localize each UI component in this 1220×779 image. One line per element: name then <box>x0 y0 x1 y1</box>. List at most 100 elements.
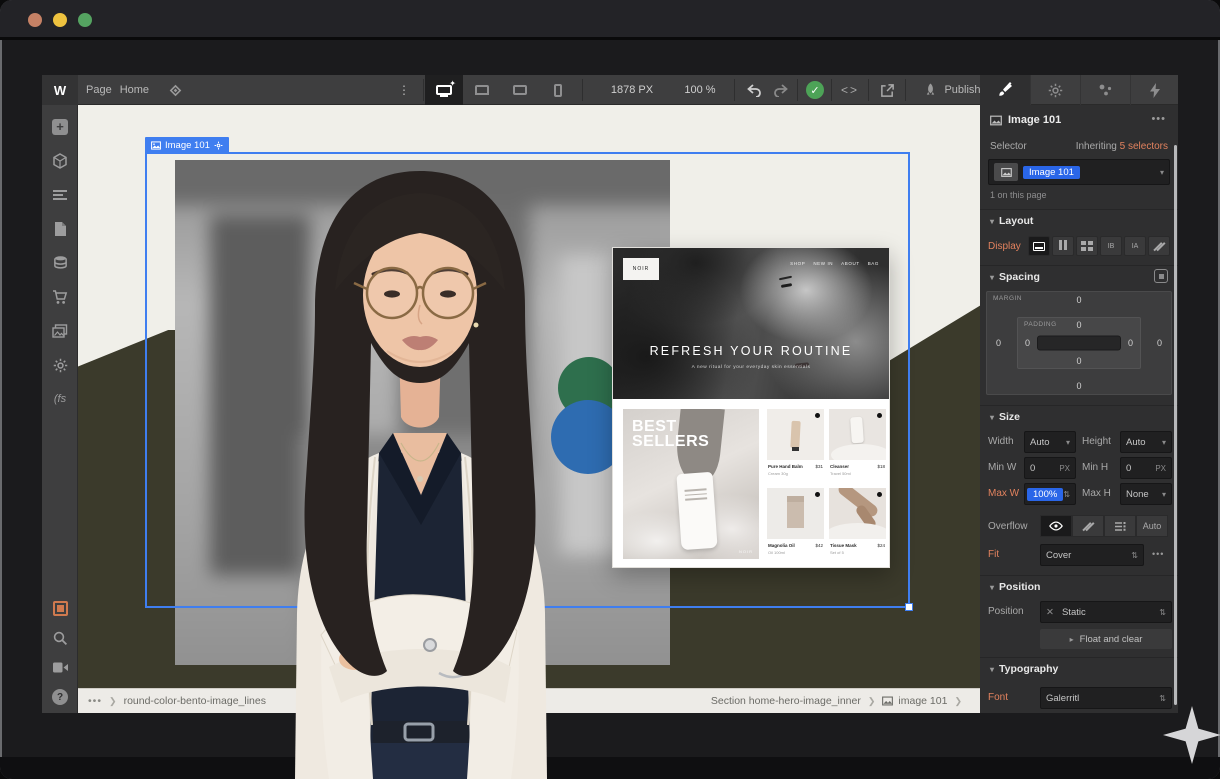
paintbrush-icon <box>997 82 1013 98</box>
divider <box>905 79 906 101</box>
min-width-label: Min W <box>988 462 1016 473</box>
tab-settings-panel[interactable] <box>1030 75 1080 105</box>
display-flex-button[interactable] <box>1052 236 1074 256</box>
selector-input[interactable]: Image 101 ▾ <box>988 159 1170 185</box>
spacing-box-model[interactable]: MARGIN 0 0 0 0 PADDING 0 0 0 0 <box>986 291 1172 395</box>
max-width-input[interactable]: 100%⇅ <box>1024 483 1076 505</box>
min-height-input[interactable]: 0PX <box>1120 457 1172 479</box>
redo-icon[interactable] <box>768 75 792 105</box>
close-window-button[interactable] <box>28 13 42 27</box>
overflow-auto-button[interactable]: Auto <box>1136 515 1168 537</box>
display-block-button[interactable] <box>1028 236 1050 256</box>
width-input[interactable]: Auto▾ <box>1024 431 1076 453</box>
style-panel: Image 101 ••• Selector Inheriting 5 sele… <box>980 105 1178 713</box>
designer-left-sidebar: + (fs ? <box>42 105 78 713</box>
saved-status-icon[interactable]: ✓ <box>800 75 830 105</box>
margin-bottom-value[interactable]: 0 <box>1076 381 1081 391</box>
cms-database-icon[interactable] <box>42 249 78 277</box>
section-size[interactable]: ▾Size <box>980 405 1178 423</box>
add-element-icon[interactable]: + <box>42 113 78 141</box>
panel-menu-button[interactable]: ••• <box>1151 113 1166 125</box>
display-grid-button[interactable] <box>1076 236 1098 256</box>
margin-top-value[interactable]: 0 <box>1076 295 1081 305</box>
search-icon[interactable] <box>42 624 78 652</box>
display-inline-block-button[interactable]: IB <box>1100 236 1122 256</box>
divider <box>582 79 583 101</box>
navigator-icon[interactable] <box>42 181 78 209</box>
undo-icon[interactable] <box>742 75 766 105</box>
element-settings-icon[interactable] <box>214 141 223 150</box>
margin-left-value[interactable]: 0 <box>996 338 1001 348</box>
sparkle-decoration <box>1163 706 1220 764</box>
fit-label: Fit <box>988 549 999 560</box>
section-typography[interactable]: ▾Typography <box>980 657 1178 675</box>
breadcrumb-item[interactable]: Section home-hero-image_inner <box>711 695 861 707</box>
panel-scrollbar[interactable] <box>1174 145 1177 705</box>
overflow-label: Overflow <box>988 521 1027 532</box>
breakpoint-tablet-button[interactable] <box>501 75 539 105</box>
tab-style-panel[interactable] <box>980 75 1030 105</box>
lightning-icon <box>1149 83 1161 98</box>
asset-manager-icon[interactable] <box>42 594 78 622</box>
padding-right-value[interactable]: 0 <box>1128 338 1133 348</box>
divider <box>797 79 798 101</box>
zoom-readout[interactable]: 100 % <box>675 75 725 105</box>
gear-icon <box>1048 83 1063 98</box>
ecommerce-cart-icon[interactable] <box>42 283 78 311</box>
share-icon[interactable] <box>870 75 904 105</box>
padding-left-value[interactable]: 0 <box>1025 338 1030 348</box>
selected-image-person[interactable] <box>225 165 615 779</box>
fit-more-button[interactable]: ••• <box>1152 549 1164 559</box>
zoom-window-button[interactable] <box>78 13 92 27</box>
selected-element-tag[interactable]: Image 101 <box>145 137 229 153</box>
divider <box>734 79 735 101</box>
fonts-icon[interactable]: (fs <box>42 385 78 413</box>
display-inline-button[interactable]: IA <box>1124 236 1146 256</box>
inheriting-info[interactable]: Inheriting 5 selectors <box>1076 141 1168 152</box>
chevron-down-icon[interactable]: ▾ <box>1160 168 1164 177</box>
min-width-input[interactable]: 0PX <box>1024 457 1076 479</box>
fit-select[interactable]: Cover⇅ <box>1040 544 1144 566</box>
display-none-button[interactable] <box>1148 236 1170 256</box>
webflow-logo[interactable]: W <box>42 75 78 105</box>
padding-top-value[interactable]: 0 <box>1076 320 1081 330</box>
video-tutorials-icon[interactable] <box>42 653 78 681</box>
settings-gear-icon[interactable] <box>42 351 78 379</box>
position-select[interactable]: ✕Static ⇅ <box>1040 601 1172 623</box>
interactions-dots-icon <box>1098 83 1114 97</box>
resize-handle[interactable] <box>905 603 913 611</box>
pages-icon[interactable] <box>42 215 78 243</box>
section-spacing[interactable]: ▾Spacing <box>980 265 1178 283</box>
spacing-settings-icon[interactable] <box>1154 269 1168 283</box>
minimize-window-button[interactable] <box>53 13 67 27</box>
section-position[interactable]: ▾Position <box>980 575 1178 593</box>
pages-diamond-icon[interactable] <box>160 75 190 105</box>
assets-images-icon[interactable] <box>42 317 78 345</box>
margin-right-value[interactable]: 0 <box>1157 338 1162 348</box>
tab-hosting-panel[interactable] <box>1130 75 1178 105</box>
breakpoint-laptop-button[interactable] <box>463 75 501 105</box>
overflow-visible-button[interactable] <box>1040 515 1072 537</box>
toolbar-kebab-menu[interactable]: ⋮ <box>394 75 414 105</box>
divider <box>868 79 869 101</box>
breakpoint-mobile-button[interactable] <box>539 75 577 105</box>
overflow-scroll-button[interactable] <box>1104 515 1136 537</box>
breadcrumb-overflow-button[interactable]: ••• <box>88 695 102 707</box>
components-cube-icon[interactable] <box>42 147 78 175</box>
float-and-clear-toggle[interactable]: ▸ Float and clear <box>1040 629 1172 649</box>
export-code-icon[interactable]: <> <box>833 75 867 105</box>
max-height-input[interactable]: None▾ <box>1120 483 1172 505</box>
panel-title-row: Image 101 <box>990 114 1061 126</box>
help-icon[interactable]: ? <box>42 683 78 711</box>
overflow-hidden-button[interactable] <box>1072 515 1104 537</box>
padding-bottom-value[interactable]: 0 <box>1076 356 1081 366</box>
canvas-width-readout[interactable]: 1878 PX <box>587 75 677 105</box>
section-layout[interactable]: ▾Layout <box>980 209 1178 227</box>
selector-class-chip[interactable]: Image 101 <box>1023 166 1080 179</box>
tab-interactions-panel[interactable] <box>1080 75 1130 105</box>
app-window: W Page Home ⋮ ✦ 1878 PX 100 % ✓ <> <box>0 0 1220 779</box>
breadcrumb-item-current[interactable]: image 101 <box>898 695 947 707</box>
height-input[interactable]: Auto▾ <box>1120 431 1172 453</box>
font-select[interactable]: Galerritl⇅ <box>1040 687 1172 709</box>
breakpoint-desktop-button[interactable]: ✦ <box>425 75 463 105</box>
